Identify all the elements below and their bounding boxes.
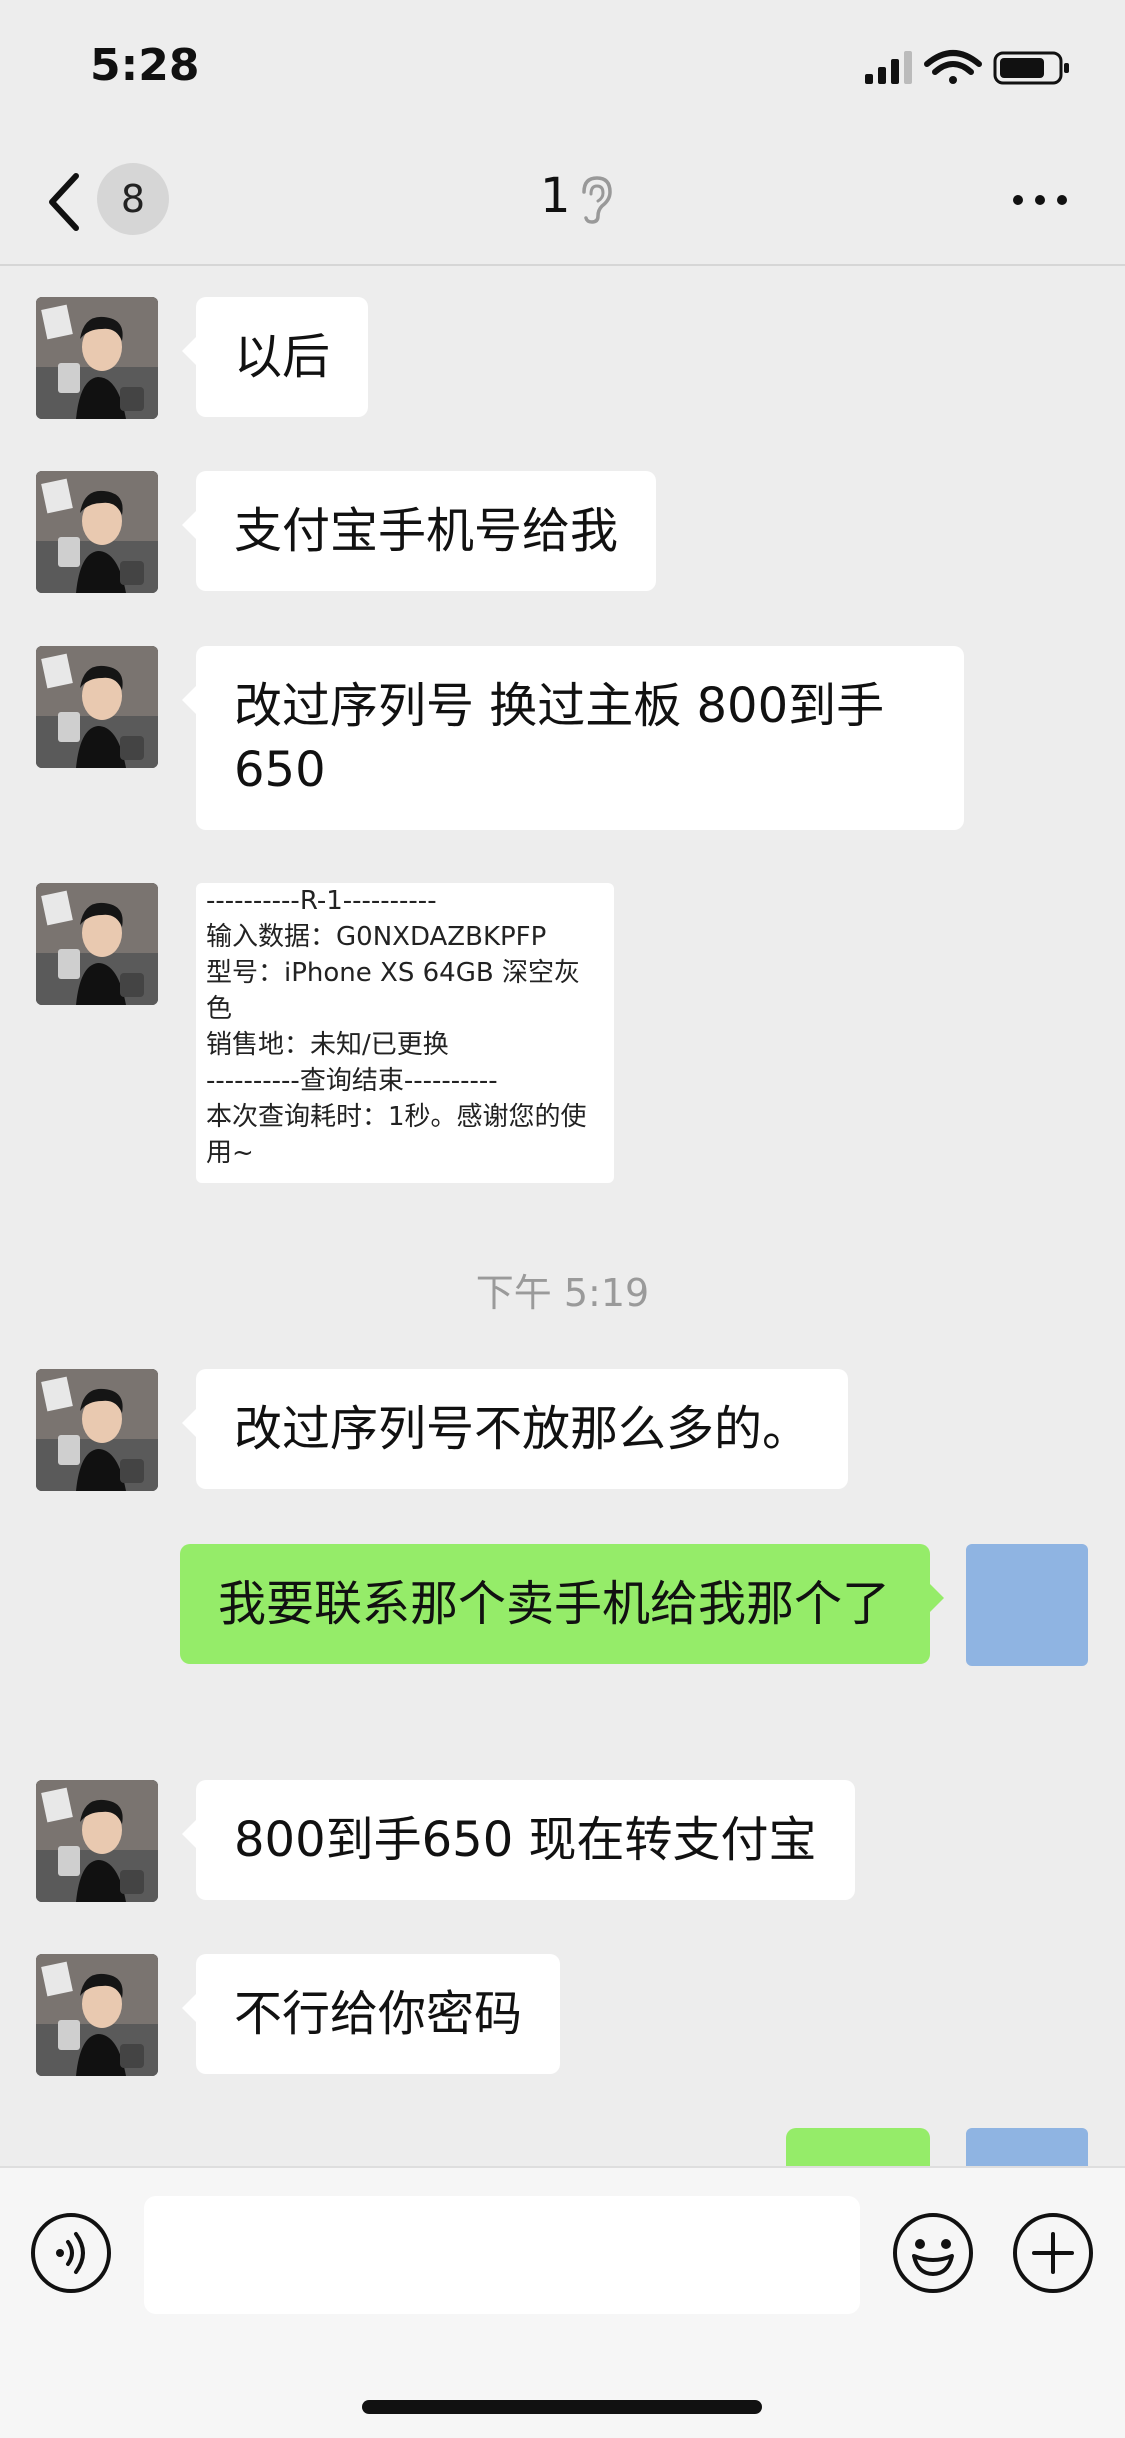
message-bubble-incoming[interactable]: 改过序列号不放那么多的。 <box>181 1369 849 1489</box>
message-bubble-outgoing[interactable]: 我要联系那个卖手机给我那个了 <box>180 1544 944 1664</box>
more-options-icon[interactable] <box>1010 190 1070 210</box>
image-text-line: 输入数据：G0NXDAZBKPFP <box>206 922 547 952</box>
contact-avatar[interactable] <box>36 297 158 419</box>
message-bubble-incoming[interactable]: 不行给你密码 <box>181 1954 561 2074</box>
message-bubble-incoming[interactable]: 改过序列号 换过主板 800到手650 <box>182 646 964 830</box>
image-text-line: 型号：iPhone XS 64GB 深空灰色 <box>206 958 580 1024</box>
signal-icon <box>865 51 912 84</box>
contact-avatar[interactable] <box>36 646 158 768</box>
battery-icon <box>993 51 1069 85</box>
contact-avatar[interactable] <box>36 471 158 593</box>
self-avatar[interactable] <box>966 2128 1088 2166</box>
wifi-icon <box>924 50 982 84</box>
message-bubble-outgoing-partial[interactable] <box>786 2128 930 2166</box>
message-input[interactable] <box>144 2196 860 2314</box>
contact-avatar[interactable] <box>36 1780 158 1902</box>
image-text-line: ----------查询结束---------- <box>206 1066 498 1096</box>
emoji-icon[interactable] <box>892 2212 974 2294</box>
time-divider: 下午 5:19 <box>475 1271 650 1315</box>
message-list[interactable]: 以后 支付宝手机号给我 改过序列号 换过主板 800到手650 ━━━━━━━━… <box>0 266 1125 2166</box>
status-time: 5:28 <box>90 40 200 91</box>
contact-avatar[interactable] <box>36 883 158 1005</box>
ear-mode-icon <box>582 176 612 224</box>
message-bubble-incoming[interactable]: 800到手650 现在转支付宝 <box>182 1780 855 1900</box>
input-bar <box>0 2166 1125 2438</box>
contact-avatar[interactable] <box>36 1369 158 1491</box>
back-arrow-icon[interactable] <box>44 172 84 232</box>
home-indicator[interactable] <box>362 2400 762 2414</box>
chat-header: 8 1 <box>0 130 1125 266</box>
image-text-line: ----------R-1---------- <box>206 886 437 916</box>
plus-icon[interactable] <box>1012 2212 1094 2294</box>
voice-input-icon[interactable] <box>30 2212 112 2294</box>
message-bubble-incoming[interactable]: 支付宝手机号给我 <box>181 471 657 591</box>
contact-avatar[interactable] <box>36 1954 158 2076</box>
image-text-line: 本次查询耗时：1秒。感谢您的使用~ <box>206 1102 587 1168</box>
image-message[interactable]: ━━━━━━━━━━━━━━━ ----------R-1---------- … <box>196 883 614 1183</box>
chat-title: 1 <box>540 168 571 224</box>
image-text-line: 销售地：未知/已更换 <box>206 1030 449 1060</box>
self-avatar[interactable] <box>966 1544 1088 1666</box>
status-bar: 5:28 <box>0 0 1125 130</box>
message-bubble-incoming[interactable]: 以后 <box>181 297 369 417</box>
unread-count-badge[interactable]: 8 <box>97 163 169 235</box>
status-icons <box>865 48 1085 88</box>
